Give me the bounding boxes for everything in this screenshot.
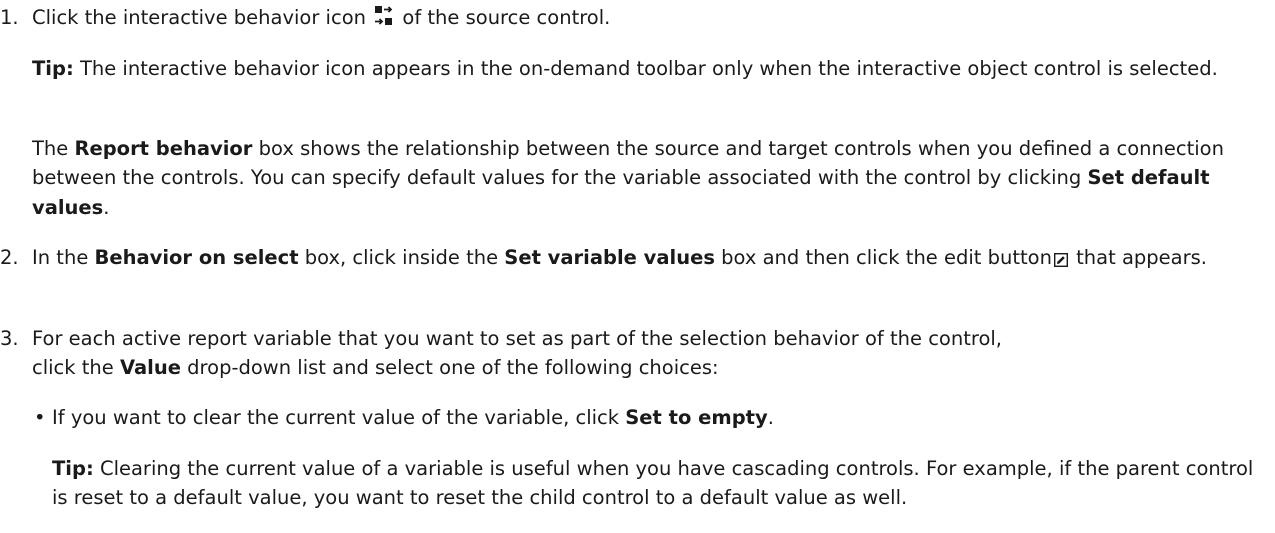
tip-1-text: The interactive behavior icon appears in…	[73, 57, 1218, 80]
bullet-text: .	[767, 406, 774, 429]
step-3: 3. For each active report variable that …	[0, 324, 1270, 383]
bullet-set-to-empty: • If you want to clear the current value…	[0, 403, 1270, 432]
step-number: 3.	[0, 327, 19, 350]
step-1: 1. Click the interactive behavior icon o…	[0, 3, 1270, 35]
edit-icon	[1053, 246, 1068, 275]
tip-label: Tip:	[32, 57, 74, 80]
set-variable-values-term: Set variable values	[504, 246, 715, 269]
report-behavior-term: Report behavior	[74, 137, 253, 160]
tip-2: Tip: Clearing the current value of a var…	[0, 454, 1270, 513]
step-1-text-a: Click the interactive behavior icon	[32, 6, 366, 29]
step-text: In the	[32, 246, 95, 269]
tip-1: Tip: The interactive behavior icon appea…	[0, 54, 1270, 83]
step-text: For each active report variable that you…	[32, 327, 1002, 350]
tip-2-text: Clearing the current value of a variable…	[52, 457, 1254, 510]
step-text: that appears.	[1076, 246, 1207, 269]
report-behavior-paragraph: The Report behavior box shows the relati…	[0, 134, 1270, 222]
step-text: click the	[32, 356, 120, 380]
bullet-mark: •	[34, 406, 46, 429]
step-2: 2. In the Behavior on select box, click …	[0, 243, 1270, 275]
step-number: 2.	[0, 246, 19, 269]
step-number: 1.	[0, 6, 19, 29]
tip-label: Tip:	[52, 457, 94, 480]
para-text: The	[32, 137, 75, 160]
value-term: Value	[119, 356, 181, 380]
para-text: .	[103, 195, 110, 219]
step-text: drop-down list and select one of the fol…	[180, 356, 719, 380]
step-1-text-b: of the source control.	[402, 6, 611, 29]
set-to-empty-term: Set to empty	[625, 406, 768, 429]
interactive-behavior-icon	[374, 5, 394, 35]
step-text: box, click inside the	[298, 246, 505, 269]
behavior-on-select-term: Behavior on select	[94, 246, 299, 269]
step-text: box and then click the edit button	[714, 246, 1052, 269]
bullet-text: If you want to clear the current value o…	[52, 406, 626, 429]
